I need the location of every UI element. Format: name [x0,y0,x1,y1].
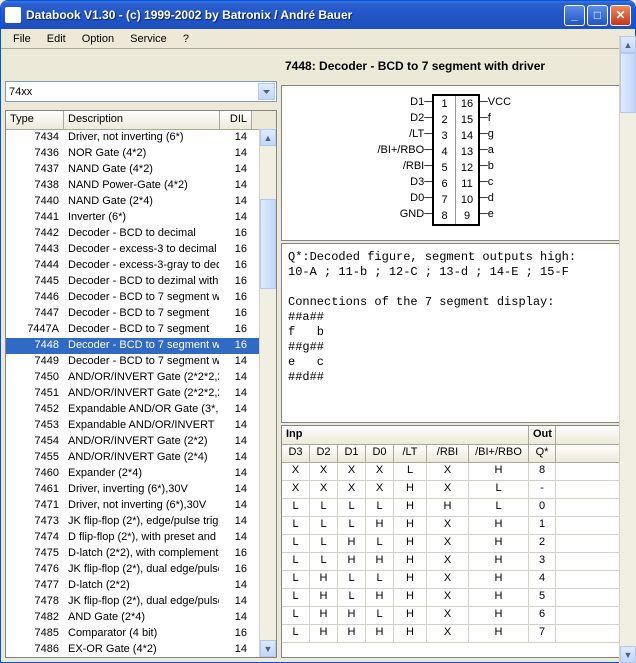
titlebar[interactable]: Databook V1.30 - (c) 1999-2002 by Batron… [1,1,635,29]
col-type[interactable]: Type [6,111,64,129]
table-row[interactable]: 7441Inverter (6*)14 [6,210,276,226]
menu-edit[interactable]: Edit [39,31,74,47]
app-icon [5,7,21,23]
category-dropdown[interactable]: 74xx [5,81,277,102]
table-row[interactable]: 7478JK flip-flop (2*), dual edge/pulse14 [6,594,276,610]
scroll-down-icon[interactable]: ▼ [620,646,631,658]
table-row[interactable]: 7454AND/OR/INVERT Gate (2*2)14 [6,434,276,450]
chevron-down-icon[interactable] [258,83,275,100]
table-row[interactable]: 7434Driver, not inverting (6*)14 [6,130,276,146]
close-button[interactable]: ✕ [610,5,631,26]
window-title: Databook V1.30 - (c) 1999-2002 by Batron… [26,8,564,22]
table-row[interactable]: 7476JK flip-flop (2*), dual edge/pulse16 [6,562,276,578]
tt-row[interactable]: LHLHHXH5 [282,589,630,607]
table-row[interactable]: 7440NAND Gate (2*4)14 [6,194,276,210]
table-row[interactable]: 7447ADecoder - BCD to 7 segment16 [6,322,276,338]
table-row[interactable]: 7485Comparator (4 bit)16 [6,626,276,642]
table-row[interactable]: 7445Decoder - BCD to dezimal with16 [6,274,276,290]
table-row[interactable]: 7449Decoder - BCD to 7 segment w14 [6,354,276,370]
tt-col[interactable]: /RBI [427,445,469,462]
dropdown-value: 74xx [9,86,32,98]
menubar: File Edit Option Service ? [1,29,635,49]
maximize-button[interactable]: □ [587,5,608,26]
table-row[interactable]: 7450AND/OR/INVERT Gate (2*2*2,214 [6,370,276,386]
tt-col[interactable]: /LT [394,445,427,462]
tt-col[interactable]: /BI+/RBO [469,445,529,462]
tt-row[interactable]: LHHHHXH7 [282,625,630,643]
table-row[interactable]: 7452Expandable AND/OR Gate (3*,14 [6,402,276,418]
col-dil[interactable]: DIL [220,111,252,129]
menu-option[interactable]: Option [74,31,122,47]
table-row[interactable]: 7436NOR Gate (4*2)14 [6,146,276,162]
tt-row[interactable]: LLHHHXH3 [282,553,630,571]
table-row[interactable]: 7460Expander (2*4)14 [6,466,276,482]
table-row[interactable]: 7473JK flip-flop (2*), edge/pulse trigg1… [6,514,276,530]
detail-title: 7448: Decoder - BCD to 7 segment with dr… [281,53,631,83]
tt-row[interactable]: LLLLHHL0 [282,499,630,517]
table-row[interactable]: 7451AND/OR/INVERT Gate (2*2*2,214 [6,386,276,402]
table-row[interactable]: 7486EX-OR Gate (4*2)14 [6,642,276,657]
chip-diagram: D1─D2─/LT─/BI+/RBO─/RBI─D3─D0─GND─ 12345… [281,85,631,241]
menu-file[interactable]: File [5,31,39,47]
table-row[interactable]: 7442Decoder - BCD to decimal16 [6,226,276,242]
table-row[interactable]: 7477D-latch (2*2)14 [6,578,276,594]
col-desc[interactable]: Description [64,111,220,129]
table-row[interactable]: 7471Driver, not inverting (6*),30V14 [6,498,276,514]
table-row[interactable]: 7482AND Gate (2*4)14 [6,610,276,626]
tt-row[interactable]: LHLLHXH4 [282,571,630,589]
table-row[interactable]: 7448Decoder - BCD to 7 segment w16 [6,338,276,354]
description-text: Q*:Decoded figure, segment outputs high:… [281,243,631,423]
tt-col[interactable]: Q* [529,445,556,462]
table-row[interactable]: 7438NAND Power-Gate (4*2)14 [6,178,276,194]
menu-help[interactable]: ? [175,31,197,47]
app-window: Databook V1.30 - (c) 1999-2002 by Batron… [0,0,636,663]
table-row[interactable]: 7437NAND Gate (4*2)14 [6,162,276,178]
minimize-button[interactable]: _ [564,5,585,26]
tt-row[interactable]: LHHLHXH6 [282,607,630,625]
tt-row[interactable]: XXXXHXL- [282,481,630,499]
tt-row[interactable]: LLHLHXH2 [282,535,630,553]
table-row[interactable]: 7455AND/OR/INVERT Gate (2*4)14 [6,450,276,466]
table-row[interactable]: 7447Decoder - BCD to 7 segment16 [6,306,276,322]
tt-col[interactable]: D3 [282,445,310,462]
table-row[interactable]: 7444Decoder - excess-3-gray to dec16 [6,258,276,274]
truth-table: Inp Out D3D2D1D0/LT/RBI/BI+/RBOQ* XXXXLX… [281,425,631,658]
tt-row[interactable]: LLLHHXH1 [282,517,630,535]
table-row[interactable]: 7474D flip-flop (2*), with preset and c1… [6,530,276,546]
tt-group-inp[interactable]: Inp [282,426,529,444]
table-row[interactable]: 7446Decoder - BCD to 7 segment w16 [6,290,276,306]
tt-col[interactable]: D1 [338,445,366,462]
scroll-thumb[interactable] [260,199,276,289]
parts-table: Type Description DIL 7434Driver, not inv… [5,110,277,658]
tt-col[interactable]: D0 [366,445,394,462]
tt-col[interactable]: D2 [310,445,338,462]
table-row[interactable]: 7461Driver, inverting (6*),30V14 [6,482,276,498]
table-row[interactable]: 7453Expandable AND/OR/INVERT14 [6,418,276,434]
table-row[interactable]: 7443Decoder - excess-3 to decimal16 [6,242,276,258]
scrollbar-vertical[interactable]: ▲ ▼ [259,129,276,657]
scroll-up-icon[interactable]: ▲ [260,129,276,146]
tt-row[interactable]: XXXXLXH8 [282,463,630,481]
scroll-down-icon[interactable]: ▼ [260,640,276,657]
menu-service[interactable]: Service [122,31,175,47]
tt-group-out[interactable]: Out [529,426,556,444]
table-row[interactable]: 7475D-latch (2*2), with complementa16 [6,546,276,562]
tt-scrollbar[interactable]: ▲ ▼ [619,425,631,658]
